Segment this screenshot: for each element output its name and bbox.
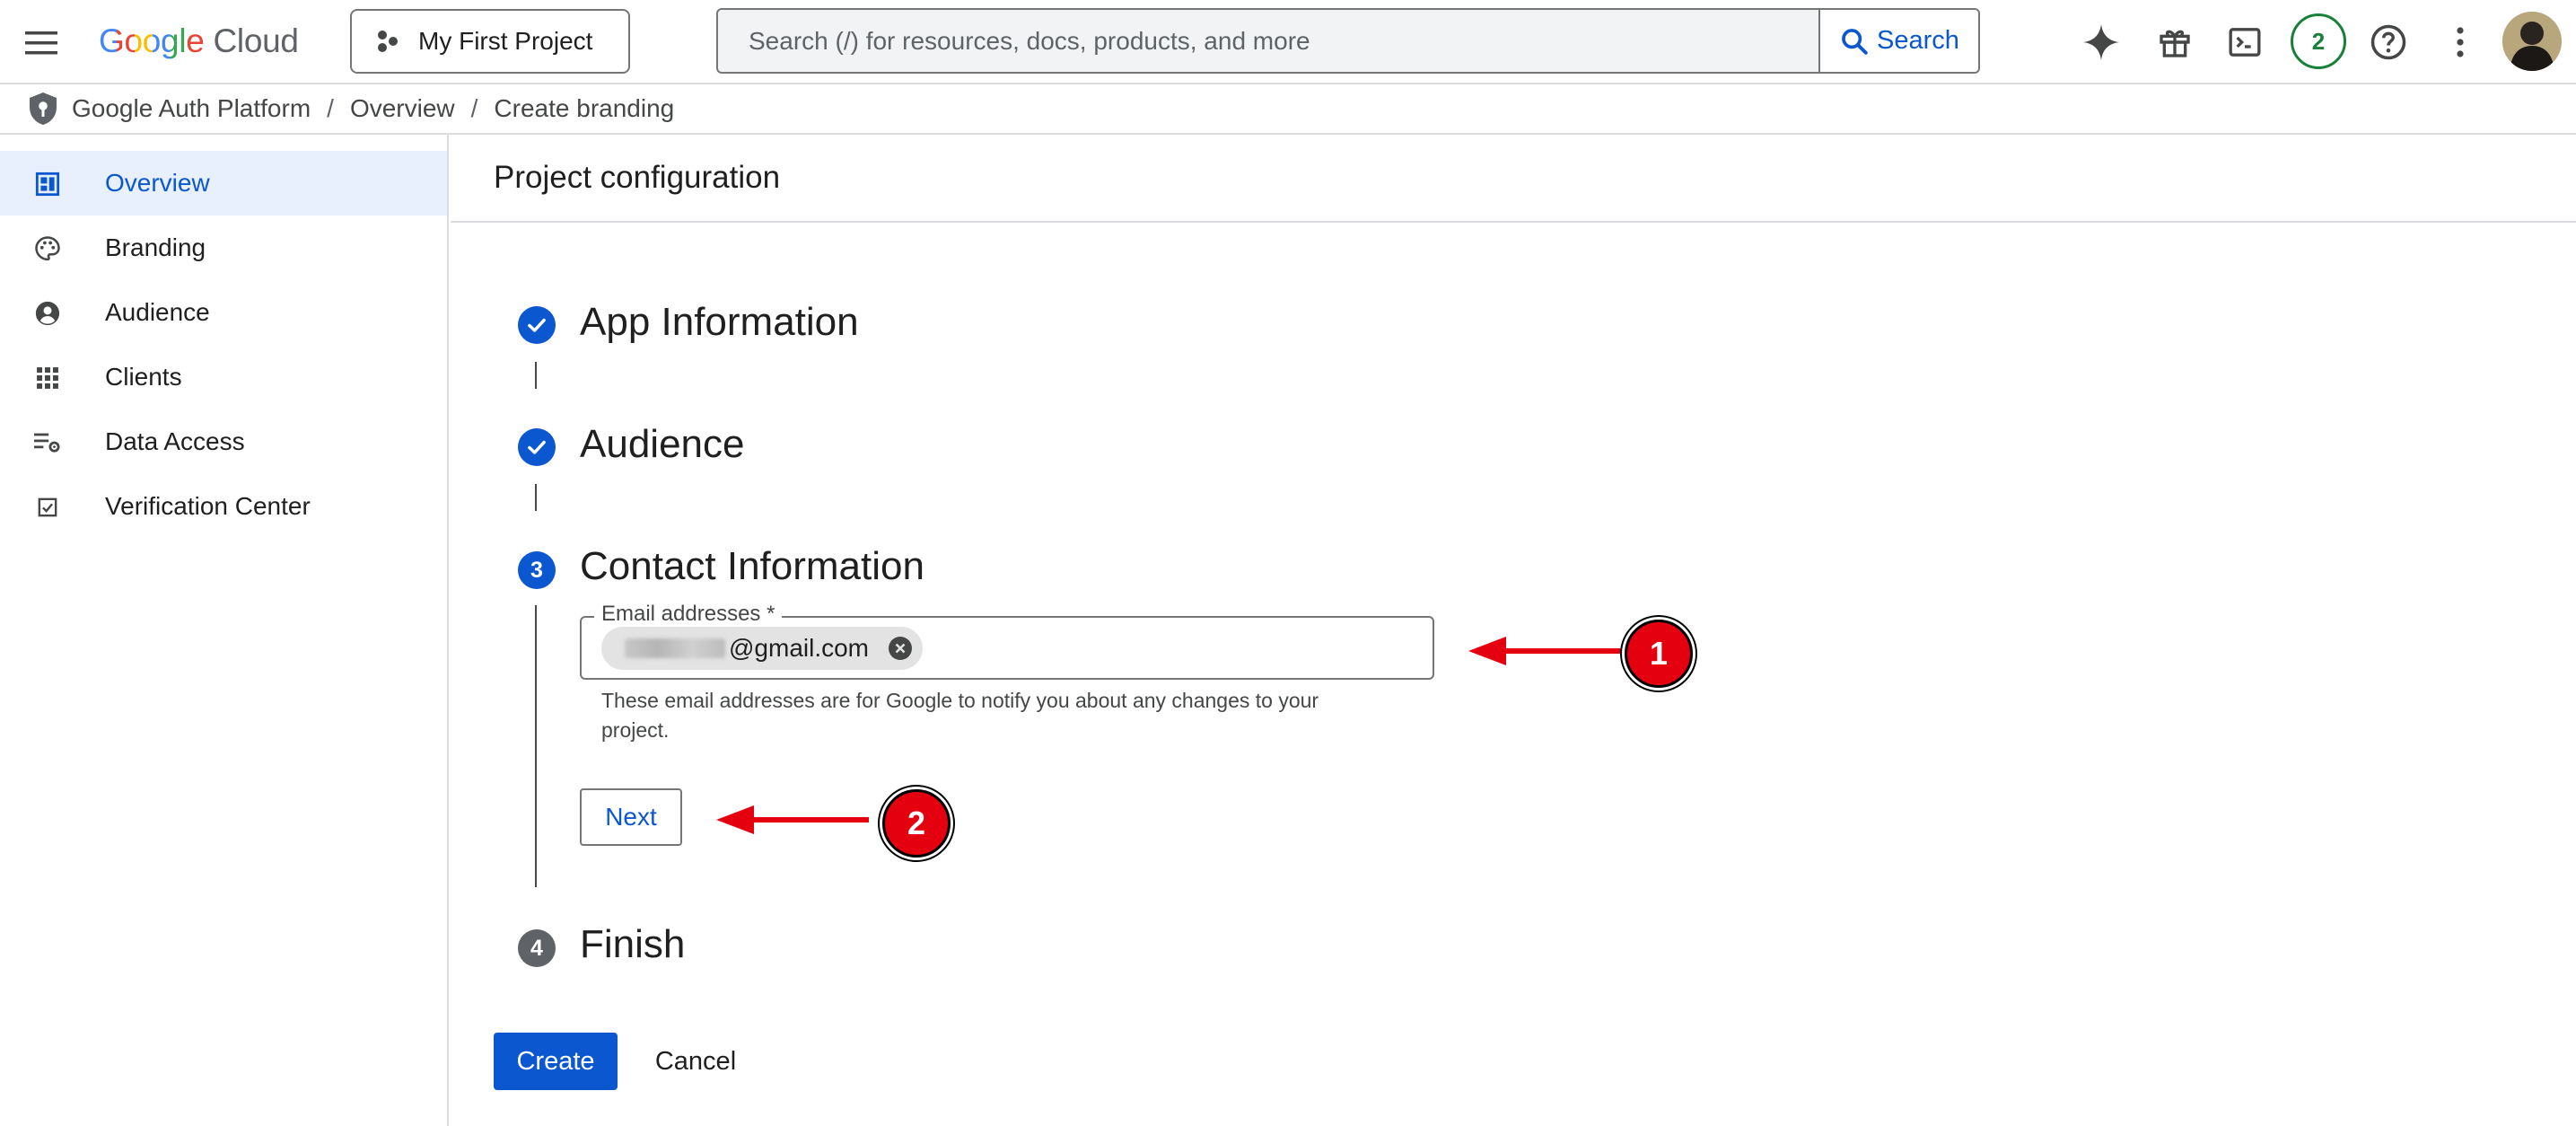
sidebar-item-data-access[interactable]: Data Access	[0, 409, 447, 474]
palette-icon	[34, 235, 61, 262]
gift-icon[interactable]	[2149, 16, 2201, 68]
header-divider	[451, 221, 2576, 223]
breadcrumb-create-branding: Create branding	[494, 94, 675, 122]
sidebar-item-label: Overview	[105, 169, 210, 197]
main-menu-icon[interactable]	[16, 18, 66, 68]
apps-grid-icon	[34, 365, 61, 391]
project-picker-button[interactable]: My First Project	[350, 9, 630, 74]
step-title-finish: Finish	[580, 922, 686, 966]
user-avatar[interactable]	[2502, 12, 2562, 71]
step-complete-check-icon	[518, 306, 556, 344]
step-number-badge: 4	[518, 929, 556, 967]
project-icon	[375, 29, 400, 54]
remove-email-icon[interactable]	[889, 637, 912, 660]
logo-google-word: Google	[99, 22, 205, 59]
step-connector	[535, 362, 537, 389]
step-number-badge: 3	[518, 551, 556, 589]
sidebar-item-overview[interactable]: Overview	[0, 151, 447, 216]
cloud-shell-terminal-icon[interactable]	[2219, 16, 2271, 68]
step-title-contact-information: Contact Information	[580, 544, 924, 588]
breadcrumb: Google Auth Platform / Overview / Create…	[0, 84, 2576, 135]
search-button-label: Search	[1877, 26, 1959, 55]
sidebar-item-label: Audience	[105, 298, 210, 326]
step-connector	[535, 605, 537, 887]
step-connector	[535, 484, 537, 511]
redacted-email-local-part	[625, 638, 725, 658]
project-name: My First Project	[418, 27, 593, 55]
sidebar-item-label: Verification Center	[105, 492, 311, 520]
account-circle-icon	[34, 300, 61, 327]
breadcrumb-auth-platform[interactable]: Google Auth Platform	[72, 94, 311, 123]
email-chip-value: @gmail.com	[729, 634, 870, 662]
search-button[interactable]: Search	[1818, 10, 1978, 72]
annotation-arrow-2	[716, 805, 869, 834]
cancel-button[interactable]: Cancel	[637, 1033, 754, 1090]
email-chip[interactable]: @gmail.com	[601, 627, 923, 670]
search-icon	[1839, 26, 1870, 57]
sidebar-item-branding[interactable]: Branding	[0, 216, 447, 280]
breadcrumb-separator: /	[327, 94, 334, 122]
help-icon[interactable]	[2362, 16, 2414, 68]
create-button[interactable]: Create	[494, 1033, 618, 1090]
logo-cloud-word: Cloud	[213, 22, 299, 59]
dashboard-icon	[34, 171, 61, 198]
breadcrumb-separator: /	[470, 94, 478, 122]
google-cloud-logo[interactable]: Google Cloud	[99, 16, 299, 66]
page-title: Project configuration	[494, 160, 781, 195]
step-title-app-information[interactable]: App Information	[580, 300, 859, 345]
annotation-callout-1: 1	[1625, 620, 1693, 688]
search-bar: Search	[716, 8, 1980, 74]
step-complete-check-icon	[518, 428, 556, 466]
email-addresses-label: Email addresses *	[594, 602, 783, 627]
sidebar-item-label: Branding	[105, 233, 206, 261]
gemini-sparkle-icon[interactable]	[2075, 16, 2127, 68]
email-helper-text: These email addresses are for Google to …	[601, 689, 1319, 742]
annotation-callout-2: 2	[882, 789, 951, 858]
next-button[interactable]: Next	[580, 788, 682, 846]
search-input[interactable]	[718, 10, 1818, 72]
breadcrumb-overview[interactable]: Overview	[350, 94, 455, 123]
sidebar-item-verification-center[interactable]: Verification Center	[0, 474, 447, 539]
data-settings-icon	[34, 429, 61, 456]
notifications-badge[interactable]: 2	[2291, 13, 2346, 69]
checkbox-icon	[34, 494, 61, 521]
sidebar: Overview Branding Audience Clients Data …	[0, 135, 449, 1126]
auth-platform-shield-icon	[27, 91, 59, 127]
sidebar-item-label: Clients	[105, 363, 182, 391]
sidebar-item-clients[interactable]: Clients	[0, 345, 447, 409]
sidebar-item-audience[interactable]: Audience	[0, 280, 447, 345]
annotation-arrow-1	[1468, 637, 1621, 665]
sidebar-item-label: Data Access	[105, 427, 245, 455]
more-vert-icon[interactable]	[2434, 16, 2486, 68]
step-title-audience[interactable]: Audience	[580, 422, 744, 467]
